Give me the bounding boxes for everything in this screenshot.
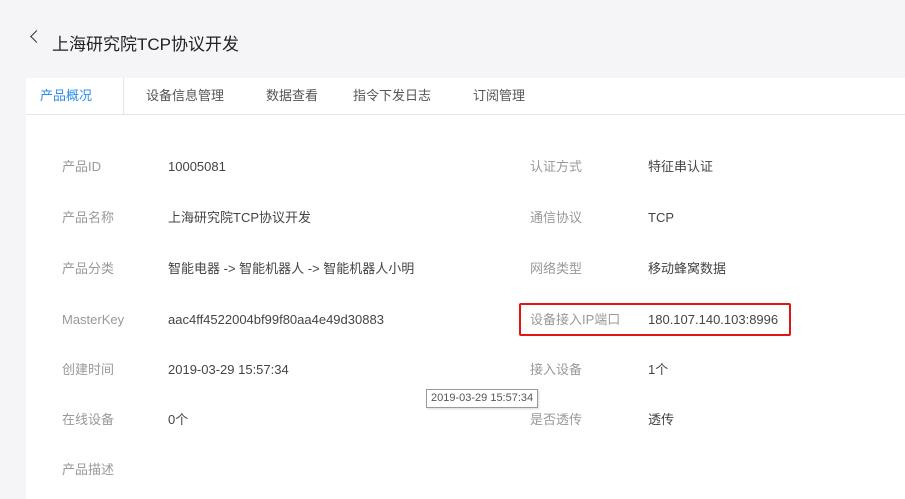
protocol-label: 通信协议 (530, 210, 583, 225)
timestamp-tooltip: 2019-03-29 15:57:34 (426, 389, 539, 408)
protocol-value: TCP (648, 210, 674, 225)
ip-port-highlight-box (519, 303, 791, 336)
tab-command-log[interactable]: 指令下发日志 (353, 78, 431, 114)
content-card (26, 78, 905, 499)
tab-product-overview[interactable]: 产品概况 (26, 78, 124, 114)
masterkey-label: MasterKey (62, 312, 125, 327)
auth-method-label: 认证方式 (530, 159, 583, 174)
connected-devices-label: 接入设备 (530, 362, 583, 377)
tab-bar: 产品概况 设备信息管理 数据查看 指令下发日志 订阅管理 (26, 78, 905, 115)
product-name-value: 上海研究院TCP协议开发 (168, 210, 312, 225)
online-devices-value: 0个 (168, 412, 189, 427)
product-category-value: 智能电器 -> 智能机器人 -> 智能机器人小明 (168, 261, 415, 276)
product-id-label: 产品ID (62, 159, 102, 174)
passthrough-value: 透传 (648, 412, 675, 427)
product-id-value: 10005081 (168, 159, 226, 174)
auth-method-value: 特征串认证 (648, 159, 714, 174)
network-type-label: 网络类型 (530, 261, 583, 276)
created-time-label: 创建时间 (62, 362, 115, 377)
back-arrow-icon[interactable] (30, 30, 43, 43)
product-category-label: 产品分类 (62, 261, 115, 276)
tab-data-view[interactable]: 数据查看 (266, 78, 318, 114)
tab-subscription[interactable]: 订阅管理 (473, 78, 525, 114)
passthrough-label: 是否透传 (530, 412, 583, 427)
masterkey-value: aac4ff4522004bf99f80aa4e49d30883 (168, 312, 384, 327)
product-name-label: 产品名称 (62, 210, 115, 225)
online-devices-label: 在线设备 (62, 412, 115, 427)
page-header: 上海研究院TCP协议开发 (0, 0, 905, 78)
product-description-label: 产品描述 (62, 462, 115, 477)
created-time-value: 2019-03-29 15:57:34 (168, 362, 289, 377)
tab-device-management[interactable]: 设备信息管理 (146, 78, 224, 114)
connected-devices-value: 1个 (648, 362, 669, 377)
page-title: 上海研究院TCP协议开发 (52, 35, 239, 54)
network-type-value: 移动蜂窝数据 (648, 261, 727, 276)
